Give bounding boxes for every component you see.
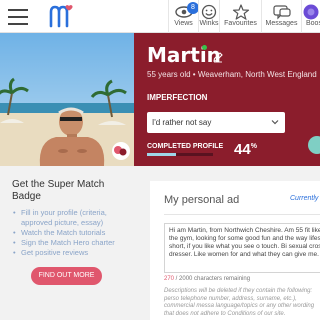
nav-boost[interactable]: Boos [301,0,320,33]
find-out-more-button[interactable]: FIND OUT MORE [31,267,102,285]
nav-label: Winks [199,20,219,27]
imperfection-select[interactable]: I'd rather not say [147,112,285,133]
nav-label: Messages [265,20,298,27]
personal-ad-textarea[interactable]: Hi am Martin, from Northwich Cheshire. A… [164,223,320,273]
profile-summary-panel: Martin 55 years old • Weaverham, North W… [134,33,320,166]
super-match-step[interactable]: Watch the Match tutorials [12,228,132,238]
super-match-step[interactable]: Get positive reviews [12,248,132,258]
super-match-step[interactable]: Sign the Match Hero charter [12,238,132,248]
personal-ad-rules: Descriptions will be deleted if they con… [164,288,315,317]
boost-icon [303,4,319,20]
completion-progress-bar [147,153,213,156]
smiley-icon [201,4,217,20]
super-match-steps: Fill in your profile (criteria, approved… [12,208,132,258]
personal-ad-card: My personal ad Currently Hi am Martin, f… [150,181,320,320]
top-bar: 8 Views Winks Favourites Messages Boos [0,0,320,33]
side-action-button[interactable] [308,136,320,154]
beach-photo [0,33,134,166]
profile-name: Martin [147,43,221,67]
profile-age-location: 55 years old • Weaverham, North West Eng… [147,70,317,79]
completion-percent: 44% [234,141,257,158]
completed-profile-heading: COMPLETED PROFILE [147,143,224,150]
star-icon [232,4,249,20]
super-match-title: Get the Super Match Badge [12,179,105,202]
nav-label: Views [174,20,193,27]
character-counter-suffix: / 2000 characters remaining [174,276,251,282]
percent-sign: % [250,143,257,150]
chevron-down-icon [271,120,279,125]
nav-winks[interactable]: Winks [198,0,219,33]
nav-messages[interactable]: Messages [261,0,301,33]
chat-icon [272,5,291,20]
nav-views[interactable]: 8 Views [168,0,199,33]
imperfection-heading: IMPERFECTION [147,93,208,102]
completion-percent-value: 44 [234,141,251,158]
page: 8 Views Winks Favourites Messages Boos [0,0,320,320]
super-match-step[interactable]: Fill in your profile (criteria, approved… [12,208,132,228]
divider [164,214,320,215]
characters-remaining: 270 [164,276,175,282]
nav-favourites[interactable]: Favourites [219,0,261,33]
profile-photo[interactable] [0,33,134,166]
character-counter: 270 / 2000 characters remaining [164,276,250,282]
match-logo[interactable] [48,4,74,28]
personal-ad-title: My personal ad [164,194,240,206]
completion-progress-fill [147,153,177,156]
nav-label: Favourites [224,20,257,27]
menu-icon[interactable] [8,9,28,25]
super-match-card: Get the Super Match Badge Fill in your p… [0,166,134,320]
imperfection-value: I'd rather not say [152,118,212,127]
edit-pencil-icon[interactable] [212,51,224,63]
online-status-dot [202,45,207,50]
personal-ad-status: Currently [290,195,319,202]
nav-label: Boos [306,20,320,27]
